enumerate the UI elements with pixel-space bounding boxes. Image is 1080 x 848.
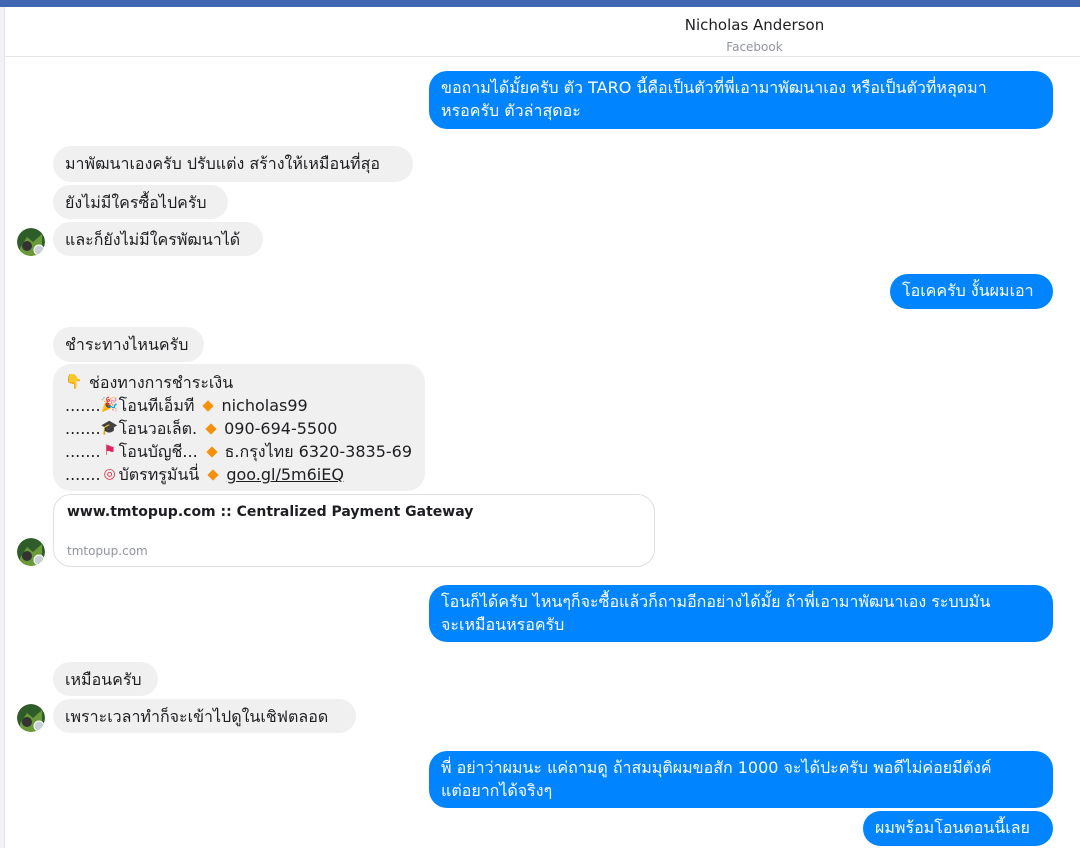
incoming-message[interactable]: และก็ยังไม่มีใครพัฒนาได้ xyxy=(53,222,263,256)
link-preview-card[interactable]: www.tmtopup.com :: Centralized Payment G… xyxy=(53,494,655,567)
payment-title-row: 👇 ช่องทางการชำระเงิน xyxy=(65,371,413,394)
contact-avatar[interactable] xyxy=(17,228,45,256)
incoming-message[interactable]: เพราะเวลาทำก็จะเข้าไปดูในเชิฟตลอด xyxy=(53,699,356,733)
payment-row: ....... 🎉 โอนทีเอ็มที nicholas99 xyxy=(65,394,413,417)
payment-row: ....... ◎ บัตรทรูมันนี่ goo.gl/5m6iEQ xyxy=(65,463,413,486)
top-bar xyxy=(0,0,1080,7)
message-line: แต่อยากได้จริงๆ xyxy=(441,781,553,800)
party-popper-icon: 🎉 xyxy=(100,397,119,413)
outgoing-message[interactable]: โอนก็ได้ครับ ไหนๆก็จะซื้อแล้วก็ถามอีกอย่… xyxy=(429,585,1053,642)
diamond-icon xyxy=(202,399,215,412)
payment-row: ....... 🎓 โอนวอเล็ต. 090-694-5500 xyxy=(65,417,413,440)
outgoing-message[interactable]: ขอถามได้มั้ยครับ ตัว TARO นี้คือเป็นตัวท… xyxy=(429,71,1053,129)
contact-avatar[interactable] xyxy=(17,538,45,566)
link-preview-title: www.tmtopup.com :: Centralized Payment G… xyxy=(67,504,474,520)
incoming-message[interactable]: ชำระทางไหนครับ xyxy=(53,327,204,362)
payment-value: 090-694-5500 xyxy=(224,419,338,438)
payment-link[interactable]: goo.gl/5m6iEQ xyxy=(226,463,344,486)
left-rail xyxy=(0,7,5,848)
target-icon: ◎ xyxy=(103,466,116,482)
graduation-cap-icon: 🎓 xyxy=(100,420,119,436)
message-line: จะเหมือนหรอครับ xyxy=(441,615,565,634)
row-dots: ....... xyxy=(65,396,101,415)
row-dots: ....... xyxy=(65,465,101,484)
payment-label: โอนวอเล็ต. xyxy=(118,419,198,438)
contact-name[interactable]: Nicholas Anderson xyxy=(5,16,1080,34)
pointing-hand-icon: 👇 xyxy=(65,374,83,390)
contact-source: Facebook xyxy=(726,40,783,54)
link-preview-domain: tmtopup.com xyxy=(67,544,148,558)
outgoing-message[interactable]: โอเคครับ งั้นผมเอา xyxy=(890,274,1053,309)
diamond-icon xyxy=(205,445,218,458)
payment-methods-message[interactable]: 👇 ช่องทางการชำระเงิน ....... 🎉 โอนทีเอ็ม… xyxy=(53,364,425,491)
payment-label: บัตรทรูมันนี่ xyxy=(118,465,200,484)
row-dots: ....... xyxy=(65,419,101,438)
payment-title: ช่องทางการชำระเงิน xyxy=(89,373,234,392)
red-flag-icon: ⚑ xyxy=(103,443,116,459)
message-line: โอนก็ได้ครับ ไหนๆก็จะซื้อแล้วก็ถามอีกอย่… xyxy=(441,592,991,611)
incoming-message[interactable]: เหมือนครับ xyxy=(53,662,158,696)
message-line: หรอครับ ตัวล่าสุดอะ xyxy=(441,101,581,120)
conversation-header: Nicholas Anderson Facebook xyxy=(5,7,1080,57)
payment-label: โอนบัญชี... xyxy=(118,442,198,461)
diamond-icon xyxy=(205,422,217,435)
payment-row: ....... ⚑ โอนบัญชี... ธ.กรุงไทย 6320-383… xyxy=(65,440,413,463)
incoming-message[interactable]: ยังไม่มีใครซื้อไปครับ xyxy=(53,185,228,219)
row-dots: ....... xyxy=(65,442,101,461)
message-line: พี่ อย่าว่าผมนะ แค่ถามดู ถ้าสมมุติผมขอสั… xyxy=(441,758,992,777)
payment-value: nicholas99 xyxy=(221,396,308,415)
contact-avatar[interactable] xyxy=(17,704,45,732)
payment-value: ธ.กรุงไทย 6320-3835-69 xyxy=(224,442,412,461)
incoming-message[interactable]: มาพัฒนาเองครับ ปรับแต่ง สร้างให้เหมือนที… xyxy=(53,146,413,182)
payment-label: โอนทีเอ็มที xyxy=(118,396,195,415)
outgoing-message[interactable]: ผมพร้อมโอนตอนนี้เลย xyxy=(863,811,1053,846)
outgoing-message[interactable]: พี่ อย่าว่าผมนะ แค่ถามดู ถ้าสมมุติผมขอสั… xyxy=(429,751,1053,808)
message-line: ขอถามได้มั้ยครับ ตัว TARO นี้คือเป็นตัวท… xyxy=(441,78,987,97)
diamond-icon xyxy=(207,468,219,481)
